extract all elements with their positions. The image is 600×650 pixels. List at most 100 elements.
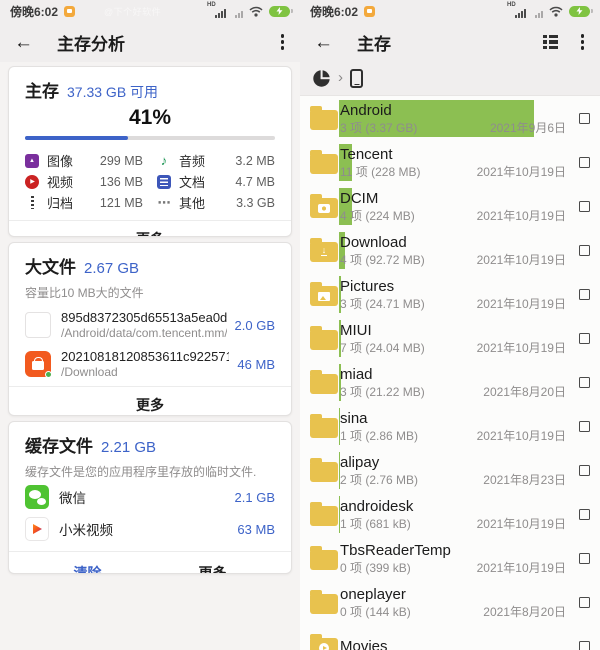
folder-checkbox[interactable] [579,377,590,388]
storage-pie-icon[interactable] [312,69,331,88]
folder-row[interactable]: Download 4 项 (92.72 MB) 2021年10月19日 [300,228,600,272]
folder-row[interactable]: androidesk 1 项 (681 kB) 2021年10月19日 [300,492,600,536]
file-path: /Download [61,365,229,379]
category-label: 其他 [179,193,236,212]
folder-checkbox[interactable] [579,421,590,432]
folder-name: androidesk [340,497,566,516]
folder-date: 2021年10月19日 [477,296,566,312]
category-label: 归档 [47,193,100,212]
overflow-menu-button[interactable] [279,32,287,52]
folder-checkbox[interactable] [579,333,590,344]
category-cell[interactable]: 文档 4.7 MB [157,171,275,192]
category-grid: 图像 299 MB 音频 3.2 MB 视频 136 MB 文档 4.7 MB … [25,150,275,213]
folder-row[interactable]: Pictures 3 项 (24.71 MB) 2021年10月19日 [300,272,600,316]
folder-camera-icon [310,192,338,220]
folder-checkbox[interactable] [579,113,590,124]
folder-row[interactable]: Movies [300,624,600,650]
category-cell[interactable]: 音频 3.2 MB [157,150,275,171]
internal-storage-icon[interactable] [350,69,363,88]
wechat-icon [25,485,49,509]
cache-app-row[interactable]: 微信 2.1 GB [25,482,275,512]
category-size: 3.3 GB [236,196,275,210]
folder-list: Android 3 项 (3.37 GB) 2021年9月6日 Tencent … [300,96,600,650]
signal-icon: HD [215,8,226,18]
storage-available-text: 37.33 GB 可用 [67,82,158,102]
category-label: 文档 [179,172,235,191]
storage-card: 主存 37.33 GB 可用 41% 图像 299 MB 音频 3.2 MB 视… [8,66,292,237]
document-icon [157,175,171,189]
storage-card-title: 主存 [25,77,59,102]
app-cache-size: 2.1 GB [235,490,275,505]
category-cell[interactable]: 归档 121 MB [25,192,143,213]
folder-items-size: 11 项 (228 MB) [340,164,420,180]
category-cell[interactable]: 图像 299 MB [25,150,143,171]
category-size: 136 MB [100,175,143,189]
page-title: 主存分析 [57,30,125,55]
file-size: 46 MB [237,357,275,372]
folder-icon [310,148,338,176]
folder-row[interactable]: DCIM 4 项 (224 MB) 2021年10月19日 [300,184,600,228]
folder-checkbox[interactable] [579,289,590,300]
folder-row[interactable]: miad 3 项 (21.22 MB) 2021年8月20日 [300,360,600,404]
view-mode-button[interactable] [542,34,559,51]
large-file-row[interactable]: 895d8372305d65513a5ea0d71f7e45e9 /Androi… [25,310,275,340]
cache-more-button[interactable]: 更多 [150,554,275,574]
signal2-icon [232,8,243,18]
folder-items-size: 1 项 (681 kB) [340,516,411,532]
folder-date: 2021年8月20日 [483,604,566,620]
archive-icon [25,196,39,210]
folder-name: alipay [340,453,566,472]
folder-name: Download [340,233,566,252]
folder-row[interactable]: Tencent 11 项 (228 MB) 2021年10月19日 [300,140,600,184]
blank-file-icon [25,312,51,338]
folder-row[interactable]: MIUI 7 项 (24.04 MB) 2021年10月19日 [300,316,600,360]
folder-icon [310,588,338,616]
overflow-menu-button[interactable] [579,32,587,52]
folder-icon [310,104,338,132]
folder-date: 2021年8月20日 [483,384,566,400]
folder-checkbox[interactable] [579,509,590,520]
folder-icon [310,500,338,528]
folder-row[interactable]: sina 1 项 (2.86 MB) 2021年10月19日 [300,404,600,448]
clear-cache-button[interactable]: 清除 [25,554,150,574]
clock-text: 傍晚6:02 [310,3,358,20]
cache-title: 缓存文件 [25,432,93,457]
folder-row[interactable]: alipay 2 项 (2.76 MB) 2021年8月23日 [300,448,600,492]
large-file-row[interactable]: 20210818120853611c922571f39.apk /Downloa… [25,349,275,379]
folder-items-size: 3 项 (3.37 GB) [340,120,417,136]
folder-icon [310,412,338,440]
folder-name: sina [340,409,566,428]
folder-row[interactable]: oneplayer 0 项 (144 kB) 2021年8月20日 [300,580,600,624]
folder-checkbox[interactable] [579,597,590,608]
folder-checkbox[interactable] [579,157,590,168]
folder-items-size: 0 项 (144 kB) [340,604,411,620]
folder-download-icon [310,236,338,264]
folder-checkbox[interactable] [579,465,590,476]
storage-more-button[interactable]: 更多 [25,221,275,237]
folder-name: MIUI [340,321,566,340]
folder-name: TbsReaderTemp [340,541,566,560]
image-icon [25,154,39,168]
apk-badge-icon [45,371,52,378]
app-name: 微信 [59,487,235,507]
audio-icon [157,154,171,168]
folder-checkbox[interactable] [579,201,590,212]
folder-row[interactable]: Android 3 项 (3.37 GB) 2021年9月6日 [300,96,600,140]
category-cell[interactable]: 其他 3.3 GB [157,192,275,213]
folder-checkbox[interactable] [579,553,590,564]
folder-checkbox[interactable] [579,641,590,650]
back-button[interactable]: ← [14,33,33,52]
back-button[interactable]: ← [314,33,333,52]
cache-app-row[interactable]: 小米视频 63 MB [25,514,275,544]
folder-items-size: 7 项 (24.04 MB) [340,340,425,356]
folder-checkbox[interactable] [579,245,590,256]
large-files-more-button[interactable]: 更多 [25,387,275,416]
folder-items-size: 3 项 (21.22 MB) [340,384,425,400]
battery-icon [269,6,290,17]
folder-row[interactable]: TbsReaderTemp 0 项 (399 kB) 2021年10月19日 [300,536,600,580]
large-files-total: 2.67 GB [84,260,139,277]
folder-name: Android [340,101,566,120]
folder-items-size: 2 项 (2.76 MB) [340,472,418,488]
category-cell[interactable]: 视频 136 MB [25,171,143,192]
mi-video-icon [25,517,49,541]
